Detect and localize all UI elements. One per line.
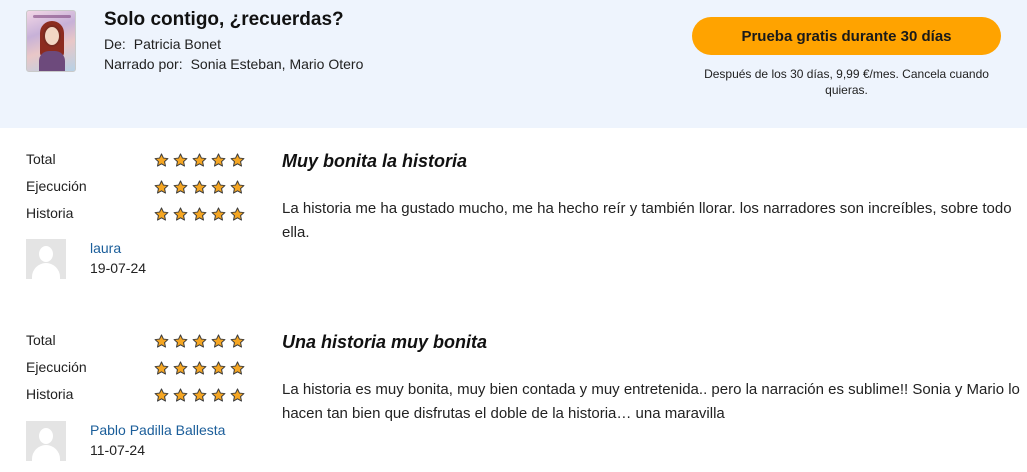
star-icon	[154, 361, 169, 375]
star-icon	[211, 388, 226, 402]
review-date: 19-07-24	[90, 260, 147, 276]
star-icon	[230, 180, 245, 194]
star-icon	[211, 361, 226, 375]
review-date: 11-07-24	[90, 442, 146, 458]
review-author[interactable]: Pablo Padilla Ballesta	[90, 422, 225, 438]
star-icon	[211, 180, 226, 194]
book-title[interactable]: Solo contigo, ¿recuerdas?	[104, 9, 344, 31]
review-body: La historia me ha gustado mucho, me ha h…	[282, 200, 1012, 241]
star-icon	[192, 180, 207, 194]
star-icon	[230, 153, 245, 167]
rating-stars-performance	[154, 361, 245, 376]
star-icon	[154, 153, 169, 167]
star-icon	[173, 207, 188, 221]
book-cover[interactable]	[26, 10, 76, 72]
author-row: De: Patricia Bonet	[104, 36, 221, 52]
review-body: La historia es muy bonita, muy bien cont…	[282, 381, 1020, 422]
rating-stars-total	[154, 334, 245, 349]
star-icon	[173, 361, 188, 375]
rating-label-performance: Ejecución	[26, 178, 87, 194]
review-author[interactable]: laura	[90, 240, 121, 256]
free-trial-button[interactable]: Prueba gratis durante 30 días	[692, 17, 1001, 55]
trial-terms-note: Después de los 30 días, 9,99 €/mes. Canc…	[704, 67, 989, 97]
star-icon	[230, 334, 245, 348]
star-icon	[230, 388, 245, 402]
rating-stars-story	[154, 388, 245, 403]
rating-label-performance: Ejecución	[26, 359, 87, 375]
star-icon	[211, 207, 226, 221]
rating-stars-performance	[154, 180, 245, 195]
narrator-row: Narrado por: Sonia Esteban, Mario Otero	[104, 56, 363, 72]
star-icon	[192, 334, 207, 348]
star-icon	[211, 153, 226, 167]
rating-label-total: Total	[26, 332, 56, 348]
star-icon	[211, 334, 226, 348]
star-icon	[173, 334, 188, 348]
user-silhouette-icon	[26, 421, 66, 461]
review-title: Muy bonita la historia	[282, 151, 468, 171]
author-label: De:	[104, 36, 126, 52]
star-icon	[230, 361, 245, 375]
book-author[interactable]: Patricia Bonet	[134, 36, 221, 52]
book-narrators[interactable]: Sonia Esteban, Mario Otero	[191, 56, 364, 72]
user-silhouette-icon	[26, 239, 66, 279]
star-icon	[230, 207, 245, 221]
product-header: Solo contigo, ¿recuerdas? De: Patricia Bo…	[0, 0, 1027, 128]
star-icon	[192, 207, 207, 221]
star-icon	[192, 361, 207, 375]
star-icon	[154, 334, 169, 348]
review-card: Total Ejecución Historia laura 19-07-24 …	[0, 128, 1027, 279]
review-card: Total Ejecución Historia Pablo Padilla B…	[0, 309, 1027, 461]
rating-stars-total	[154, 153, 245, 168]
rating-label-total: Total	[26, 151, 56, 167]
star-icon	[154, 388, 169, 402]
review-title: Una historia muy bonita	[282, 332, 488, 352]
star-icon	[173, 153, 188, 167]
rating-stars-story	[154, 207, 245, 222]
star-icon	[173, 180, 188, 194]
star-icon	[173, 388, 188, 402]
star-icon	[154, 207, 169, 221]
star-icon	[154, 180, 169, 194]
cover-body	[39, 51, 65, 71]
star-icon	[192, 153, 207, 167]
cover-face	[43, 25, 61, 47]
rating-label-story: Historia	[26, 386, 74, 402]
narrator-label: Narrado por:	[104, 56, 183, 72]
cover-title-decoration	[33, 15, 71, 18]
rating-label-story: Historia	[26, 205, 74, 221]
star-icon	[192, 388, 207, 402]
